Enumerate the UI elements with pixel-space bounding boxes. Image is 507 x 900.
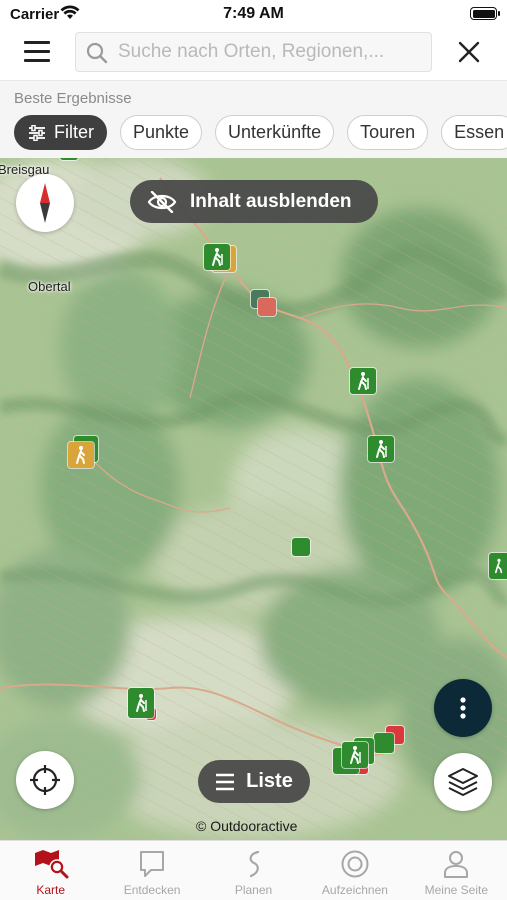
list-button[interactable]: Liste [198,760,310,803]
place-label-obertal: Obertal [28,279,71,294]
tab-karte[interactable]: Karte [0,841,101,900]
filter-button[interactable]: Filter [14,115,107,150]
hiker-icon [212,248,223,266]
hide-content-label: Inhalt ausblenden [190,190,352,212]
chip-unterkuenfte[interactable]: Unterkünfte [215,115,335,150]
tab-meine-seite[interactable]: Meine Seite [406,841,507,900]
search-header [0,28,507,80]
user-icon [444,851,469,878]
close-icon[interactable] [457,40,481,64]
map-search-icon [34,850,69,879]
locate-button[interactable] [16,751,74,809]
map-marker[interactable] [292,538,310,556]
status-bar: Carrier 7:49 AM [0,0,507,28]
chat-bubble-icon [140,851,165,877]
search-input[interactable] [118,33,423,71]
map-marker[interactable] [60,158,78,160]
hiking-marker[interactable] [368,436,394,462]
sliders-icon [29,124,45,141]
hiker-icon [358,372,369,390]
search-box[interactable] [75,32,432,72]
hiking-marker[interactable] [350,368,376,394]
eye-off-icon [147,190,177,213]
clock: 7:49 AM [223,5,284,22]
filter-bar: Beste Ergebnisse Filter Punkte Unterkünf… [0,80,507,158]
layers-button[interactable] [434,753,492,811]
tab-planen[interactable]: Planen [203,841,304,900]
record-icon [341,850,369,878]
category-chips: Filter Punkte Unterkünfte Touren Essen [14,115,507,150]
chip-essen[interactable]: Essen [441,115,507,150]
more-options-button[interactable] [434,679,492,737]
map-view[interactable]: Breisgau Obertal Inhalt ausblenden Liste… [0,158,507,840]
chip-punkte[interactable]: Punkte [120,115,203,150]
results-heading: Beste Ergebnisse [14,90,132,107]
more-vertical-icon [460,697,466,719]
map-attribution[interactable]: © Outdooractive [196,818,297,834]
filter-label: Filter [54,122,94,142]
hiker-icon [76,446,85,464]
hiker-icon [136,694,147,712]
hiker-icon [350,746,361,764]
terrain-map [0,158,507,840]
hiking-marker[interactable] [489,553,507,579]
hiking-marker[interactable] [128,688,154,718]
tab-label: Entdecken [123,883,181,897]
lodging-marker[interactable] [68,442,94,468]
tab-label: Karte [36,883,66,897]
hiker-icon [495,558,503,574]
map-marker[interactable] [258,298,276,316]
battery-icon [470,7,500,20]
layers-icon [448,768,478,796]
tab-label: Aufzeichnen [321,883,388,897]
search-icon [86,42,108,64]
compass-icon [40,183,50,223]
tab-label: Meine Seite [424,883,489,897]
hiking-marker[interactable] [204,244,230,270]
route-icon [249,850,259,878]
hiker-icon [376,440,387,458]
tab-aufzeichnen[interactable]: Aufzeichnen [304,841,405,900]
crosshair-icon [30,765,60,795]
list-icon [216,773,235,790]
tab-bar: Karte Entdecken Planen Aufzeichnen Meine… [0,840,507,900]
hiking-marker[interactable] [342,742,368,768]
list-label: Liste [246,770,293,792]
map-marker[interactable] [374,733,394,753]
tab-entdecken[interactable]: Entdecken [101,841,202,900]
compass-button[interactable] [16,174,74,232]
hide-content-button[interactable]: Inhalt ausblenden [130,180,378,223]
menu-button[interactable] [24,41,52,63]
chip-touren[interactable]: Touren [347,115,429,150]
tab-label: Planen [234,883,273,897]
